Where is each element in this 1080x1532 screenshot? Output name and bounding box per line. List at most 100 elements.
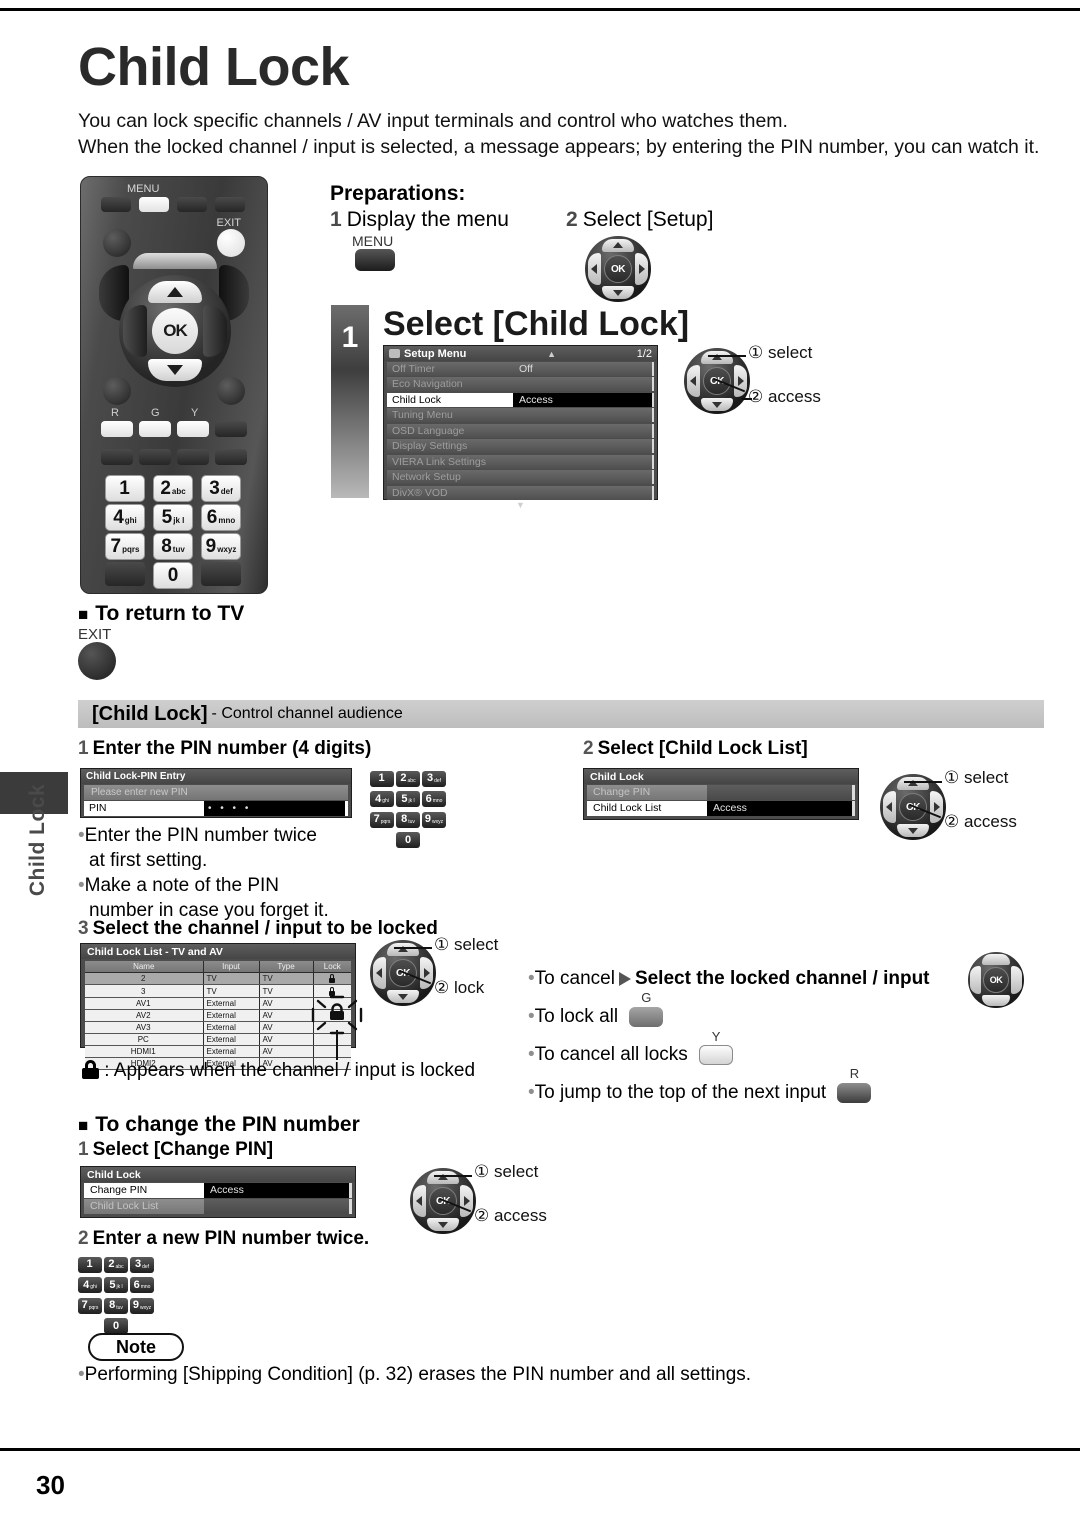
step1-dpad[interactable]: OK: [684, 348, 750, 419]
remote-numkey-7[interactable]: 7 pqrs: [105, 533, 145, 560]
table-row[interactable]: 2 TV TV: [85, 972, 351, 986]
remote-numkey-2[interactable]: 2 abc: [153, 475, 193, 502]
key-letters: wxyz: [140, 1304, 152, 1311]
remote-numkey-6[interactable]: 6 mno: [201, 504, 241, 531]
remote-dpad-left[interactable]: [123, 305, 147, 357]
dpad-ok-button[interactable]: OK: [604, 255, 632, 283]
lock-icon: [330, 1003, 344, 1020]
dpad-illustration[interactable]: OK: [968, 952, 1024, 1008]
setup-menu-row[interactable]: OSD Language: [387, 423, 654, 438]
mini-key-0[interactable]: 0: [104, 1318, 128, 1334]
remote-exit-button[interactable]: [217, 229, 245, 257]
remote-yellow-button[interactable]: [177, 421, 209, 437]
numkey-digit: 5: [161, 507, 173, 528]
pin-field-value[interactable]: • • • •: [204, 801, 348, 816]
mini-key-9[interactable]: 9 wxyz: [130, 1297, 154, 1314]
mini-key-3[interactable]: 3 def: [130, 1256, 154, 1273]
dpad-up[interactable]: [982, 954, 1010, 965]
change-pin-dpad[interactable]: OK: [410, 1168, 476, 1239]
remote-key-tl[interactable]: [101, 197, 131, 212]
dpad-down[interactable]: [982, 995, 1010, 1006]
mini-key-9[interactable]: 9 wxyz: [422, 811, 446, 828]
mini-key-1[interactable]: 1: [370, 770, 394, 787]
remote-numkey-4[interactable]: 4 ghi: [105, 504, 145, 531]
pin-osd-field-row[interactable]: PIN • • • •: [84, 801, 348, 816]
yellow-button[interactable]: Y: [699, 1029, 734, 1065]
mini-key-5[interactable]: 5 jk l: [104, 1277, 128, 1293]
green-button[interactable]: G: [629, 990, 664, 1027]
exit-button-illustration[interactable]: [78, 642, 116, 680]
row-label: Off Timer: [387, 361, 513, 376]
setup-menu-row[interactable]: Display Settings: [387, 439, 654, 454]
remote-numkey-3[interactable]: 3 def: [201, 475, 241, 502]
remote-func-key-2[interactable]: [139, 449, 171, 465]
step3-dpad[interactable]: OK: [370, 940, 436, 1011]
step2-dpad[interactable]: OK: [880, 774, 946, 845]
leader-line: [904, 781, 942, 783]
remote-func-key-1[interactable]: [101, 449, 133, 465]
menu-button-illustration[interactable]: [355, 249, 395, 271]
remote-numkey-0[interactable]: 0: [153, 562, 193, 589]
remote-dpad[interactable]: OK: [119, 275, 231, 387]
remote-red-button[interactable]: [101, 421, 133, 437]
mini-key-0[interactable]: 0: [396, 832, 420, 848]
mini-key-7[interactable]: 7 pqrs: [78, 1297, 102, 1314]
table-row[interactable]: HDMI1 External AV: [85, 1045, 351, 1058]
cell-type: TV: [259, 984, 314, 998]
remote-key-tr1[interactable]: [177, 197, 207, 212]
setup-menu-row[interactable]: Eco Navigation: [387, 377, 654, 392]
remote-key-tr2[interactable]: [215, 197, 245, 212]
mini-key-8[interactable]: 8 tuv: [104, 1297, 128, 1314]
mini-key-4[interactable]: 4 ghi: [370, 791, 394, 807]
cell-input: TV: [203, 972, 260, 986]
lock-icon: [82, 1060, 99, 1079]
red-button[interactable]: R: [837, 1066, 872, 1103]
setup-menu-row[interactable]: DivX® VOD: [387, 485, 654, 500]
setup-menu-row[interactable]: Tuning Menu: [387, 408, 654, 423]
dpad-right[interactable]: [1011, 966, 1022, 994]
remote-round-key-bl[interactable]: [103, 377, 131, 405]
setup-menu-row[interactable]: VIERA Link Settings: [387, 454, 654, 469]
cancel-dpad[interactable]: OK: [968, 952, 1024, 1013]
remote-round-key-br[interactable]: [217, 377, 245, 405]
remote-func-key-3[interactable]: [177, 449, 209, 465]
remote-key-br[interactable]: [201, 562, 241, 586]
remote-round-key-left[interactable]: [103, 229, 131, 257]
remote-key-bl[interactable]: [105, 562, 145, 586]
mini-key-8[interactable]: 8 tuv: [396, 811, 420, 828]
setup-menu-row[interactable]: Off Timer Off: [387, 361, 654, 376]
mini-key-1[interactable]: 1: [78, 1256, 102, 1273]
remote-menu-button[interactable]: [139, 197, 169, 212]
mini-key-6[interactable]: 6 mno: [130, 1277, 154, 1293]
pin-numeric-keypad[interactable]: 1 2 abc 3 def 4 ghi 5 jk l 6 mno 7 pqrs 8 tuv 9 wxyz 0: [370, 768, 462, 850]
remote-func-key-4[interactable]: [215, 449, 247, 465]
mini-key-3[interactable]: 3 def: [422, 770, 446, 787]
osd-row-child-lock-list[interactable]: Child Lock List: [84, 1199, 352, 1214]
osd-row-change-pin[interactable]: Change PIN Access: [84, 1183, 352, 1198]
remote-numkey-8[interactable]: 8 tuv: [153, 533, 193, 560]
remote-numkey-9[interactable]: 9 wxyz: [201, 533, 241, 560]
remote-green-button[interactable]: [139, 421, 171, 437]
change-pin-numeric-keypad[interactable]: 1 2 abc 3 def 4 ghi 5 jk l 6 mno 7 pqrs 8 tuv 9 wxyz 0: [78, 1254, 170, 1336]
mini-key-4[interactable]: 4 ghi: [78, 1277, 102, 1293]
setup-menu-row-child-lock[interactable]: Child Lock Access: [387, 392, 654, 407]
osd-row-change-pin[interactable]: Change PIN: [587, 785, 855, 800]
mini-key-2[interactable]: 2 abc: [104, 1256, 128, 1273]
preparations-dpad[interactable]: OK: [585, 236, 651, 307]
mini-key-2[interactable]: 2 abc: [396, 770, 420, 787]
dpad-left[interactable]: [970, 966, 981, 994]
dpad-ok-button[interactable]: OK: [983, 967, 1009, 993]
remote-blue-button[interactable]: [215, 421, 247, 437]
remote-outer-arc-top[interactable]: [133, 253, 217, 269]
bottom-rule: [0, 1448, 1080, 1451]
osd-row-child-lock-list[interactable]: Child Lock List Access: [587, 801, 855, 816]
numkey-letters: wxyz: [217, 545, 237, 554]
mini-key-5[interactable]: 5 jk l: [396, 791, 420, 807]
mini-key-6[interactable]: 6 mno: [422, 791, 446, 807]
remote-numkey-1[interactable]: 1: [105, 475, 145, 502]
remote-ok-button[interactable]: OK: [152, 308, 198, 354]
remote-numkey-5[interactable]: 5 jk l: [153, 504, 193, 531]
step-number: 2: [583, 738, 594, 759]
dpad-illustration[interactable]: OK: [585, 236, 651, 302]
setup-menu-row[interactable]: Network Setup: [387, 470, 654, 485]
